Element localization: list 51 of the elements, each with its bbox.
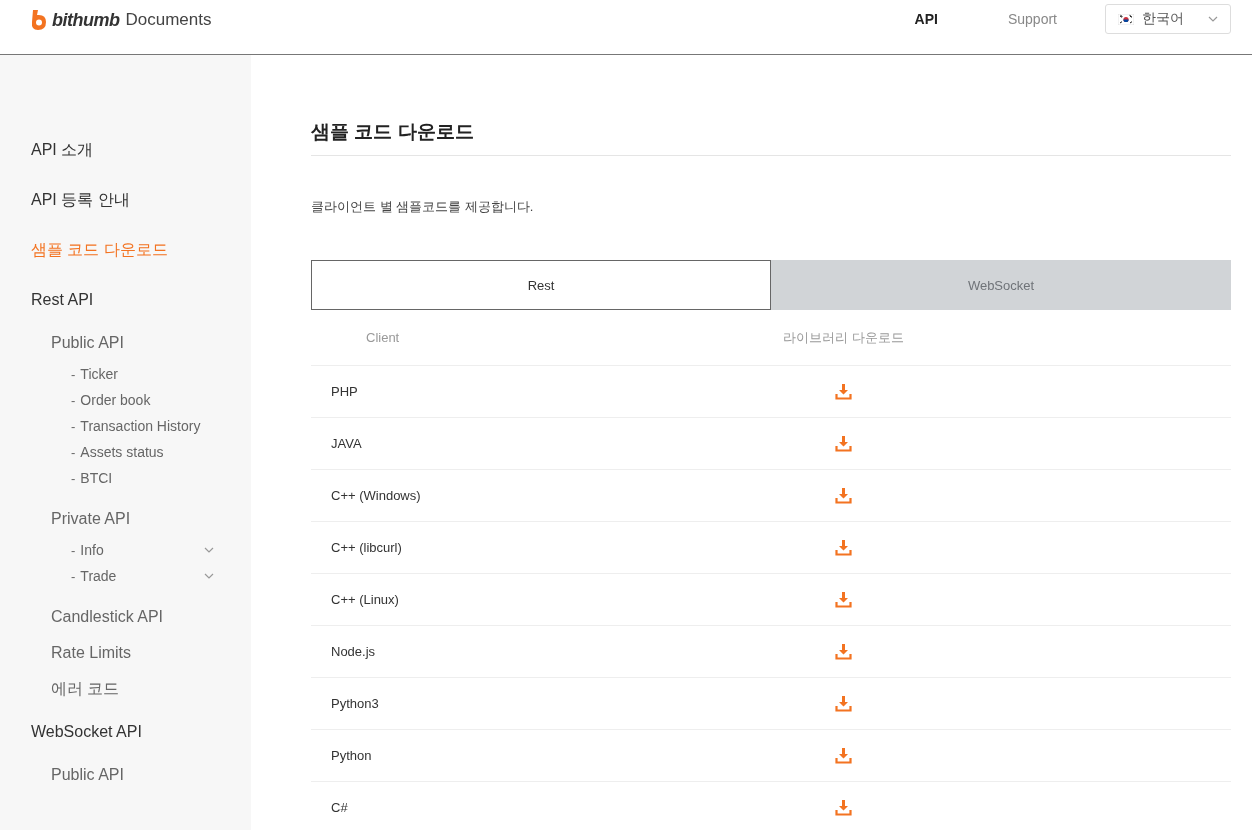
tab[interactable]: Rest xyxy=(311,260,771,310)
tab[interactable]: WebSocket xyxy=(771,260,1231,310)
download-icon[interactable] xyxy=(835,487,852,504)
download-icon[interactable] xyxy=(835,591,852,608)
client-name: C++ (Windows) xyxy=(331,488,421,503)
client-name: JAVA xyxy=(331,436,362,451)
chevron-down-icon xyxy=(204,547,214,553)
logo-icon xyxy=(30,9,48,31)
sidebar-item[interactable]: 에러 코드 xyxy=(31,671,251,707)
sidebar-item[interactable]: Candlestick API xyxy=(31,599,251,635)
flag-icon xyxy=(1118,13,1134,25)
sidebar-item[interactable]: Rest API xyxy=(31,275,251,325)
nav-link[interactable]: Support xyxy=(1007,11,1057,27)
download-icon[interactable] xyxy=(835,695,852,712)
sidebar-item[interactable]: Public API xyxy=(31,757,251,793)
download-icon[interactable] xyxy=(835,643,852,660)
sidebar-item[interactable]: - Order book xyxy=(31,387,214,413)
sidebar-item[interactable]: - Ticker xyxy=(31,361,214,387)
brand-name: bithumb xyxy=(52,9,120,31)
product-name: Documents xyxy=(125,10,212,30)
column-header: Client xyxy=(366,330,400,345)
client-name: Python xyxy=(331,748,372,763)
chevron-down-icon xyxy=(1208,16,1218,22)
sidebar-item[interactable]: Public API xyxy=(31,325,251,361)
client-name: C++ (Linux) xyxy=(331,592,399,607)
sidebar-item[interactable]: Rate Limits xyxy=(31,635,251,671)
sidebar-item[interactable]: Private API xyxy=(31,501,251,537)
sidebar-item[interactable]: API 소개 xyxy=(31,125,251,175)
client-name: Node.js xyxy=(331,644,376,659)
client-name: C++ (libcurl) xyxy=(331,540,402,555)
sidebar-item[interactable]: - Transaction History xyxy=(31,413,214,439)
download-icon[interactable] xyxy=(835,539,852,556)
description: 클라이언트 별 샘플코드를 제공합니다. xyxy=(311,198,535,216)
sidebar-item[interactable]: WebSocket API xyxy=(31,707,251,757)
language-dropdown[interactable]: 한국어 xyxy=(1105,4,1231,34)
download-icon[interactable] xyxy=(835,747,852,764)
client-name: C# xyxy=(331,800,348,815)
page-title: 샘플 코드 다운로드 xyxy=(311,111,1231,156)
nav-link[interactable]: API xyxy=(914,11,938,27)
sidebar-item[interactable]: - BTCI xyxy=(31,465,214,491)
sidebar-item[interactable]: - Assets status xyxy=(31,439,214,465)
sidebar-item[interactable]: API 등록 안내 xyxy=(31,175,251,225)
column-header: 라이브러리 다운로드 xyxy=(783,328,904,347)
client-name: PHP xyxy=(331,384,358,399)
download-icon[interactable] xyxy=(835,799,852,816)
client-name: Python3 xyxy=(331,696,379,711)
download-icon[interactable] xyxy=(835,435,852,452)
chevron-down-icon xyxy=(204,573,214,579)
download-icon[interactable] xyxy=(835,383,852,400)
sidebar-item[interactable]: - Trade xyxy=(31,563,214,589)
sidebar-item[interactable]: - Info xyxy=(31,537,214,563)
